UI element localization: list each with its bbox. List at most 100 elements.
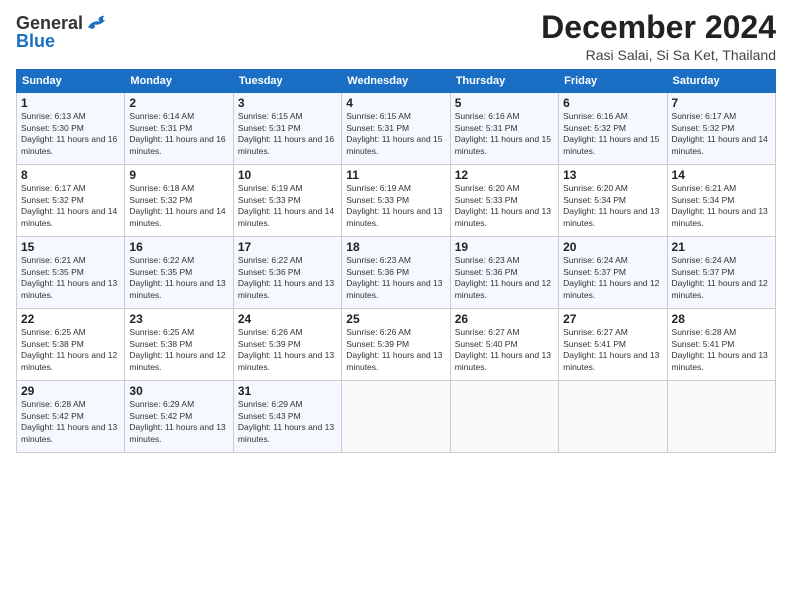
day-info: Sunrise: 6:22 AMSunset: 5:36 PMDaylight:…: [238, 255, 337, 301]
calendar-cell: 26Sunrise: 6:27 AMSunset: 5:40 PMDayligh…: [450, 309, 558, 381]
calendar-cell: 3Sunrise: 6:15 AMSunset: 5:31 PMDaylight…: [233, 93, 341, 165]
calendar-week-row: 22Sunrise: 6:25 AMSunset: 5:38 PMDayligh…: [17, 309, 776, 381]
calendar-cell: 24Sunrise: 6:26 AMSunset: 5:39 PMDayligh…: [233, 309, 341, 381]
day-info: Sunrise: 6:22 AMSunset: 5:35 PMDaylight:…: [129, 255, 228, 301]
day-info: Sunrise: 6:21 AMSunset: 5:34 PMDaylight:…: [672, 183, 771, 229]
calendar-cell: 20Sunrise: 6:24 AMSunset: 5:37 PMDayligh…: [559, 237, 667, 309]
calendar-cell: 14Sunrise: 6:21 AMSunset: 5:34 PMDayligh…: [667, 165, 775, 237]
day-info: Sunrise: 6:26 AMSunset: 5:39 PMDaylight:…: [238, 327, 337, 373]
calendar-cell: 8Sunrise: 6:17 AMSunset: 5:32 PMDaylight…: [17, 165, 125, 237]
logo-blue: Blue: [16, 32, 55, 50]
calendar-cell: 15Sunrise: 6:21 AMSunset: 5:35 PMDayligh…: [17, 237, 125, 309]
calendar-cell: [559, 381, 667, 453]
day-info: Sunrise: 6:17 AMSunset: 5:32 PMDaylight:…: [672, 111, 771, 157]
calendar-cell: 2Sunrise: 6:14 AMSunset: 5:31 PMDaylight…: [125, 93, 233, 165]
day-number: 19: [455, 240, 554, 254]
calendar-week-row: 8Sunrise: 6:17 AMSunset: 5:32 PMDaylight…: [17, 165, 776, 237]
day-info: Sunrise: 6:26 AMSunset: 5:39 PMDaylight:…: [346, 327, 445, 373]
calendar-cell: 4Sunrise: 6:15 AMSunset: 5:31 PMDaylight…: [342, 93, 450, 165]
day-info: Sunrise: 6:28 AMSunset: 5:41 PMDaylight:…: [672, 327, 771, 373]
calendar-cell: 21Sunrise: 6:24 AMSunset: 5:37 PMDayligh…: [667, 237, 775, 309]
day-number: 5: [455, 96, 554, 110]
day-number: 15: [21, 240, 120, 254]
day-info: Sunrise: 6:29 AMSunset: 5:43 PMDaylight:…: [238, 399, 337, 445]
calendar-cell: [342, 381, 450, 453]
day-info: Sunrise: 6:23 AMSunset: 5:36 PMDaylight:…: [455, 255, 554, 301]
day-info: Sunrise: 6:25 AMSunset: 5:38 PMDaylight:…: [129, 327, 228, 373]
day-info: Sunrise: 6:19 AMSunset: 5:33 PMDaylight:…: [346, 183, 445, 229]
calendar-cell: [450, 381, 558, 453]
calendar-week-row: 1Sunrise: 6:13 AMSunset: 5:30 PMDaylight…: [17, 93, 776, 165]
calendar-cell: 1Sunrise: 6:13 AMSunset: 5:30 PMDaylight…: [17, 93, 125, 165]
day-number: 26: [455, 312, 554, 326]
day-number: 11: [346, 168, 445, 182]
day-info: Sunrise: 6:27 AMSunset: 5:41 PMDaylight:…: [563, 327, 662, 373]
day-number: 2: [129, 96, 228, 110]
day-number: 23: [129, 312, 228, 326]
col-header-tuesday: Tuesday: [233, 70, 341, 93]
day-info: Sunrise: 6:25 AMSunset: 5:38 PMDaylight:…: [21, 327, 120, 373]
day-number: 28: [672, 312, 771, 326]
logo-bird-icon: [85, 14, 107, 32]
calendar-cell: 19Sunrise: 6:23 AMSunset: 5:36 PMDayligh…: [450, 237, 558, 309]
day-number: 27: [563, 312, 662, 326]
day-info: Sunrise: 6:13 AMSunset: 5:30 PMDaylight:…: [21, 111, 120, 157]
col-header-thursday: Thursday: [450, 70, 558, 93]
calendar-cell: 16Sunrise: 6:22 AMSunset: 5:35 PMDayligh…: [125, 237, 233, 309]
day-number: 1: [21, 96, 120, 110]
day-info: Sunrise: 6:17 AMSunset: 5:32 PMDaylight:…: [21, 183, 120, 229]
logo-general: General: [16, 14, 83, 32]
day-info: Sunrise: 6:15 AMSunset: 5:31 PMDaylight:…: [238, 111, 337, 157]
day-number: 12: [455, 168, 554, 182]
day-info: Sunrise: 6:20 AMSunset: 5:33 PMDaylight:…: [455, 183, 554, 229]
calendar-cell: 6Sunrise: 6:16 AMSunset: 5:32 PMDaylight…: [559, 93, 667, 165]
calendar-cell: 27Sunrise: 6:27 AMSunset: 5:41 PMDayligh…: [559, 309, 667, 381]
calendar-cell: 30Sunrise: 6:29 AMSunset: 5:42 PMDayligh…: [125, 381, 233, 453]
day-number: 30: [129, 384, 228, 398]
calendar-cell: 18Sunrise: 6:23 AMSunset: 5:36 PMDayligh…: [342, 237, 450, 309]
day-number: 7: [672, 96, 771, 110]
day-info: Sunrise: 6:16 AMSunset: 5:32 PMDaylight:…: [563, 111, 662, 157]
col-header-friday: Friday: [559, 70, 667, 93]
calendar-cell: [667, 381, 775, 453]
day-info: Sunrise: 6:24 AMSunset: 5:37 PMDaylight:…: [672, 255, 771, 301]
day-info: Sunrise: 6:15 AMSunset: 5:31 PMDaylight:…: [346, 111, 445, 157]
day-number: 10: [238, 168, 337, 182]
calendar-cell: 7Sunrise: 6:17 AMSunset: 5:32 PMDaylight…: [667, 93, 775, 165]
day-info: Sunrise: 6:18 AMSunset: 5:32 PMDaylight:…: [129, 183, 228, 229]
day-number: 6: [563, 96, 662, 110]
calendar-cell: 17Sunrise: 6:22 AMSunset: 5:36 PMDayligh…: [233, 237, 341, 309]
day-info: Sunrise: 6:16 AMSunset: 5:31 PMDaylight:…: [455, 111, 554, 157]
calendar-cell: 28Sunrise: 6:28 AMSunset: 5:41 PMDayligh…: [667, 309, 775, 381]
day-info: Sunrise: 6:19 AMSunset: 5:33 PMDaylight:…: [238, 183, 337, 229]
calendar-cell: 31Sunrise: 6:29 AMSunset: 5:43 PMDayligh…: [233, 381, 341, 453]
col-header-sunday: Sunday: [17, 70, 125, 93]
day-info: Sunrise: 6:14 AMSunset: 5:31 PMDaylight:…: [129, 111, 228, 157]
day-info: Sunrise: 6:24 AMSunset: 5:37 PMDaylight:…: [563, 255, 662, 301]
day-info: Sunrise: 6:20 AMSunset: 5:34 PMDaylight:…: [563, 183, 662, 229]
calendar-cell: 9Sunrise: 6:18 AMSunset: 5:32 PMDaylight…: [125, 165, 233, 237]
calendar-cell: 22Sunrise: 6:25 AMSunset: 5:38 PMDayligh…: [17, 309, 125, 381]
calendar-cell: 25Sunrise: 6:26 AMSunset: 5:39 PMDayligh…: [342, 309, 450, 381]
col-header-wednesday: Wednesday: [342, 70, 450, 93]
day-number: 24: [238, 312, 337, 326]
day-number: 25: [346, 312, 445, 326]
calendar-header-row: SundayMondayTuesdayWednesdayThursdayFrid…: [17, 70, 776, 93]
day-info: Sunrise: 6:21 AMSunset: 5:35 PMDaylight:…: [21, 255, 120, 301]
calendar-table: SundayMondayTuesdayWednesdayThursdayFrid…: [16, 69, 776, 453]
day-info: Sunrise: 6:23 AMSunset: 5:36 PMDaylight:…: [346, 255, 445, 301]
calendar-cell: 23Sunrise: 6:25 AMSunset: 5:38 PMDayligh…: [125, 309, 233, 381]
day-number: 3: [238, 96, 337, 110]
day-number: 13: [563, 168, 662, 182]
calendar-week-row: 15Sunrise: 6:21 AMSunset: 5:35 PMDayligh…: [17, 237, 776, 309]
logo: General Blue: [16, 14, 107, 50]
col-header-saturday: Saturday: [667, 70, 775, 93]
day-number: 21: [672, 240, 771, 254]
day-number: 20: [563, 240, 662, 254]
title-block: December 2024 Rasi Salai, Si Sa Ket, Tha…: [541, 10, 776, 63]
calendar-week-row: 29Sunrise: 6:28 AMSunset: 5:42 PMDayligh…: [17, 381, 776, 453]
calendar-cell: 10Sunrise: 6:19 AMSunset: 5:33 PMDayligh…: [233, 165, 341, 237]
day-number: 22: [21, 312, 120, 326]
calendar-cell: 5Sunrise: 6:16 AMSunset: 5:31 PMDaylight…: [450, 93, 558, 165]
day-number: 18: [346, 240, 445, 254]
